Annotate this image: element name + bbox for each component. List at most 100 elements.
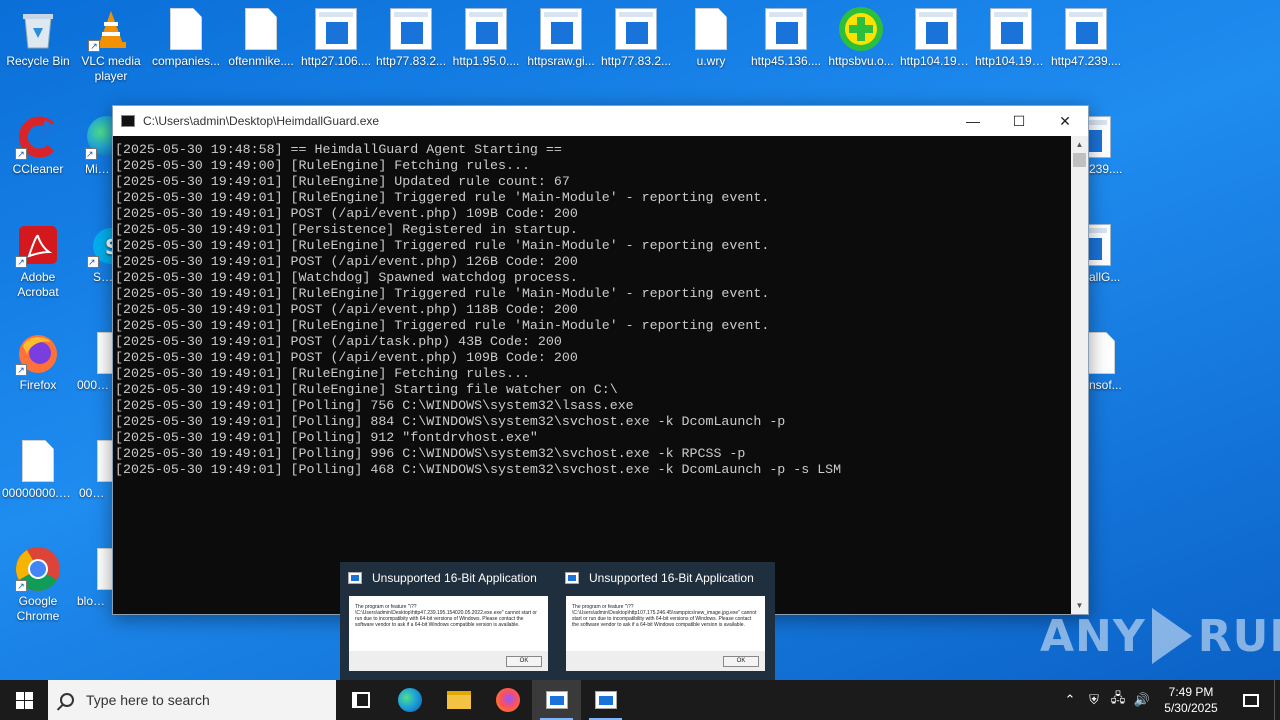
desktop-icon-uwry[interactable]: u.wry bbox=[673, 0, 749, 69]
taskbar-firefox[interactable] bbox=[483, 680, 532, 720]
desktop-icon-right-1[interactable]: 239.... bbox=[1089, 108, 1129, 177]
notifications-button[interactable] bbox=[1228, 693, 1274, 707]
scroll-up-icon[interactable]: ▲ bbox=[1071, 136, 1088, 153]
windows-logo-icon bbox=[15, 691, 33, 709]
desktop-icon-oftenmike[interactable]: oftenmike.... bbox=[223, 0, 299, 69]
desktop-icon-http47[interactable]: http47.239.... bbox=[1048, 0, 1124, 69]
console-line: [2025-05-30 19:49:01] [RuleEngine] Trigg… bbox=[115, 190, 770, 205]
desktop-icon-right-3[interactable]: nsof... bbox=[1089, 324, 1129, 393]
folder-icon bbox=[446, 691, 471, 709]
document-icon bbox=[695, 8, 727, 50]
console-line: [2025-05-30 19:49:01] [Polling] 996 C:\W… bbox=[115, 446, 746, 461]
clock[interactable]: 7:49 PM 5/30/2025 bbox=[1154, 684, 1228, 716]
thumbnail-window[interactable]: Unsupported 16-Bit Application The progr… bbox=[557, 562, 772, 680]
app-window-icon bbox=[465, 8, 507, 50]
app-window-icon bbox=[348, 572, 362, 584]
desktop-icon-label: CCleaner bbox=[12, 162, 64, 176]
chevron-up-icon[interactable]: ⌃ bbox=[1058, 692, 1082, 708]
thumbnail-window[interactable]: Unsupported 16-Bit Application The progr… bbox=[340, 562, 555, 680]
desktop-icon-http1[interactable]: http1.95.0.... bbox=[448, 0, 524, 69]
desktop-icon-label: 239.... bbox=[1089, 162, 1123, 176]
console-line: [2025-05-30 19:49:01] POST (/api/task.ph… bbox=[115, 334, 562, 349]
console-line: [2025-05-30 19:49:01] [RuleEngine] Fetch… bbox=[115, 366, 530, 381]
security-icon[interactable]: ⛨ bbox=[1082, 692, 1106, 708]
desktop-icon-httpsraw[interactable]: httpsraw.gi... bbox=[523, 0, 599, 69]
document-icon bbox=[245, 8, 277, 50]
close-button[interactable]: ✕ bbox=[1042, 106, 1088, 136]
app-window-icon bbox=[315, 8, 357, 50]
desktop-icon-http104-b[interactable]: http104.194... bbox=[973, 0, 1049, 69]
document-icon bbox=[170, 8, 202, 50]
desktop-icon-firefox[interactable]: ↗ Firefox bbox=[0, 324, 76, 393]
watermark-left: ANY bbox=[1040, 610, 1146, 662]
desktop-icon-label: http77.83.2... bbox=[375, 54, 447, 68]
scroll-thumb[interactable] bbox=[1073, 153, 1086, 167]
skype-icon: S ↗ bbox=[87, 224, 113, 268]
app-window-icon bbox=[915, 8, 957, 50]
console-line: [2025-05-30 19:49:01] [RuleEngine] Trigg… bbox=[115, 286, 770, 301]
console-line: [2025-05-30 19:49:01] [Polling] 884 C:\W… bbox=[115, 414, 786, 429]
desktop-icon-recycle-bin[interactable]: Recycle Bin bbox=[0, 0, 76, 69]
vertical-scrollbar[interactable]: ▲ ▼ bbox=[1071, 136, 1088, 614]
system-tray: ⌃ ⛨ 🖧 🔊 7:49 PM 5/30/2025 bbox=[1058, 680, 1280, 720]
desktop-icon-companies[interactable]: companies... bbox=[148, 0, 224, 69]
desktop-icon-acrobat[interactable]: ↗ Adobe Acrobat bbox=[0, 216, 76, 300]
task-view-button[interactable] bbox=[336, 680, 385, 720]
taskbar: Type here to search ⌃ ⛨ 🖧 🔊 7:49 PM 5/30… bbox=[0, 680, 1280, 720]
console-line: [2025-05-30 19:49:01] [RuleEngine] Trigg… bbox=[115, 318, 770, 333]
desktop-icon-skype[interactable]: S ↗ Sky... bbox=[73, 216, 113, 285]
desktop-icon-label: Google Chrome bbox=[16, 594, 60, 623]
console-line: [2025-05-30 19:49:01] [RuleEngine] Start… bbox=[115, 382, 618, 397]
minimize-button[interactable]: — bbox=[950, 106, 996, 136]
desktop-icon-blogsc[interactable]: blogsc... bbox=[73, 540, 113, 609]
play-icon bbox=[1151, 608, 1192, 664]
desktop-icon-http27[interactable]: http27.106.... bbox=[298, 0, 374, 69]
volume-icon[interactable]: 🔊 bbox=[1130, 692, 1154, 708]
console-output[interactable]: [2025-05-30 19:48:58] == HeimdallGuard A… bbox=[113, 136, 1071, 614]
desktop-icon-label: oftenmike.... bbox=[228, 54, 294, 68]
show-desktop-button[interactable] bbox=[1274, 680, 1280, 720]
taskbar-file-explorer[interactable] bbox=[434, 680, 483, 720]
desktop-icon-http77-b[interactable]: http77.83.2... bbox=[598, 0, 674, 69]
desktop-icon-doc-a[interactable]: 000000... bbox=[73, 324, 113, 393]
console-line: [2025-05-30 19:49:00] [RuleEngine] Fetch… bbox=[115, 158, 530, 173]
desktop-icon-label: http104.194... bbox=[900, 54, 974, 68]
desktop-icon-eky[interactable]: 00000000.eky bbox=[0, 432, 76, 501]
taskbar-app-window[interactable] bbox=[581, 680, 630, 720]
desktop-icon-edge[interactable]: ↗ Micr... Ed... bbox=[73, 108, 113, 177]
desktop-icon-doc-b[interactable]: 000000... bbox=[73, 432, 113, 501]
network-icon[interactable]: 🖧 bbox=[1106, 689, 1130, 711]
desktop-icon-label: Sky... bbox=[93, 270, 113, 284]
acrobat-icon: ↗ bbox=[15, 224, 59, 268]
app-window-icon bbox=[1065, 8, 1107, 50]
desktop-icon-http77-a[interactable]: http77.83.2... bbox=[373, 0, 449, 69]
console-line: [2025-05-30 19:49:01] [Watchdog] Spawned… bbox=[115, 270, 578, 285]
shortcut-arrow-icon: ↗ bbox=[15, 580, 27, 592]
desktop-icon-label: u.wry bbox=[696, 54, 726, 68]
desktop-icon-http104-a[interactable]: http104.194... bbox=[898, 0, 974, 69]
app-window-icon bbox=[565, 572, 579, 584]
maximize-button[interactable]: ☐ bbox=[996, 106, 1042, 136]
desktop-icon-right-2[interactable]: allG... bbox=[1089, 216, 1129, 285]
desktop-icon-ccleaner[interactable]: ↗ CCleaner bbox=[0, 108, 76, 177]
thumbnail-title: Unsupported 16-Bit Application bbox=[589, 571, 754, 585]
desktop-icon-http45[interactable]: http45.136.... bbox=[748, 0, 824, 69]
anyrun-watermark: ANY RUN bbox=[1040, 608, 1280, 664]
desktop-icon-chrome[interactable]: ↗ Google Chrome bbox=[0, 540, 76, 624]
desktop-icon-vlc[interactable]: ↗ VLC media player bbox=[73, 0, 149, 84]
ok-button: OK bbox=[723, 656, 759, 667]
app-window-icon bbox=[390, 8, 432, 50]
desktop-icon-label: 00000000.eky bbox=[2, 486, 76, 500]
console-app-icon bbox=[121, 115, 135, 127]
taskbar-app-window-active[interactable] bbox=[532, 680, 581, 720]
taskbar-search-box[interactable]: Type here to search bbox=[48, 680, 336, 720]
console-line: [2025-05-30 19:49:01] POST (/api/event.p… bbox=[115, 302, 578, 317]
desktop-icon-httpsbvu[interactable]: httpsbvu.o... bbox=[823, 0, 899, 69]
console-window[interactable]: C:\Users\admin\Desktop\HeimdallGuard.exe… bbox=[112, 105, 1089, 615]
start-button[interactable] bbox=[0, 680, 48, 720]
desktop-icon-label: 000000... bbox=[79, 486, 113, 500]
taskbar-edge[interactable] bbox=[385, 680, 434, 720]
window-controls: — ☐ ✕ bbox=[950, 106, 1088, 136]
desktop-icon-label: httpsbvu.o... bbox=[828, 54, 894, 68]
console-titlebar[interactable]: C:\Users\admin\Desktop\HeimdallGuard.exe… bbox=[113, 106, 1088, 136]
